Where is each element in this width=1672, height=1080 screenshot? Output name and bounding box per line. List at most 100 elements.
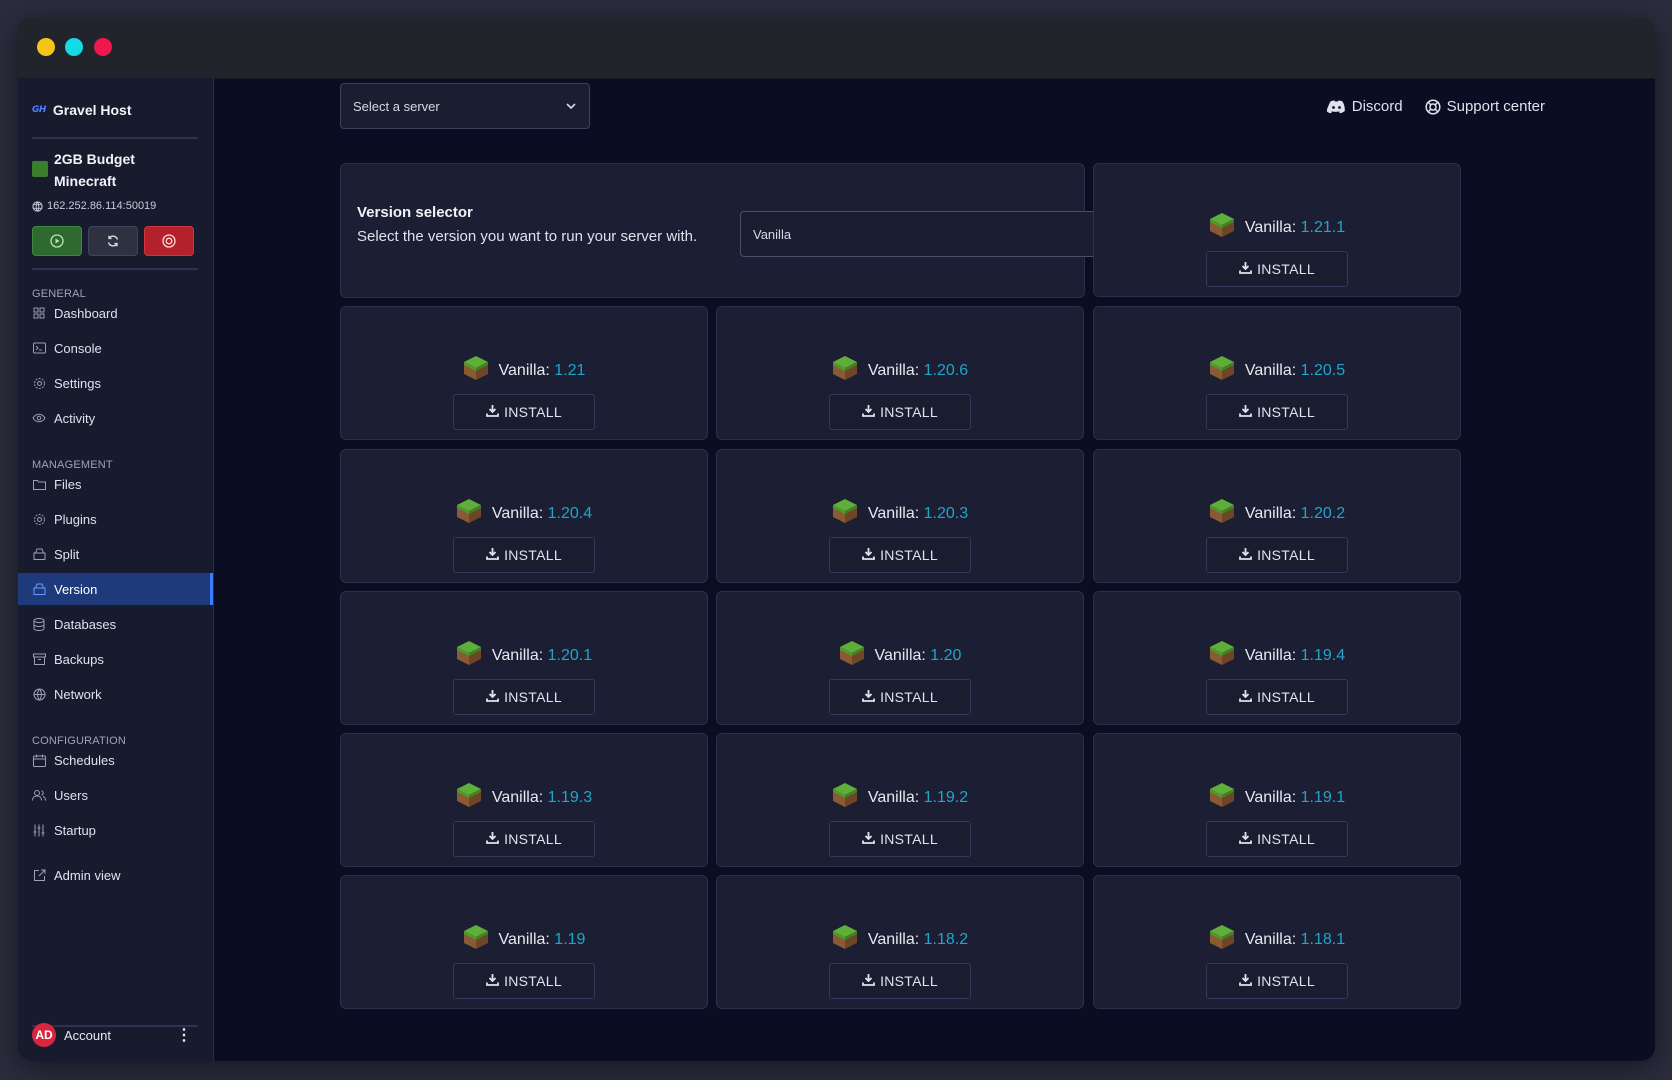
sidebar-item-dashboard[interactable]: Dashboard <box>18 297 213 329</box>
admin-view-link[interactable]: Admin view <box>18 859 213 891</box>
version-type-select[interactable]: Vanilla <box>740 211 1120 257</box>
install-label: INSTALL <box>1257 261 1315 277</box>
sidebar-item-label: Activity <box>54 410 96 426</box>
download-icon <box>1239 261 1252 277</box>
minimize-window-button[interactable] <box>37 38 55 56</box>
install-button[interactable]: INSTALL <box>453 821 595 857</box>
install-label: INSTALL <box>504 547 562 563</box>
install-button[interactable]: INSTALL <box>453 679 595 715</box>
version-selector-description: Select the version you want to run your … <box>357 228 698 245</box>
sidebar-item-users[interactable]: Users <box>18 779 213 811</box>
discord-link[interactable]: Discord <box>1326 98 1403 115</box>
version-prefix: Vanilla: <box>867 504 920 522</box>
external-link-icon <box>32 868 46 882</box>
restart-button[interactable] <box>88 226 138 256</box>
sidebar-item-split[interactable]: Split <box>18 538 213 570</box>
grass-block-icon <box>456 640 482 671</box>
install-label: INSTALL <box>880 973 938 989</box>
sidebar-item-schedules[interactable]: Schedules <box>18 744 213 776</box>
version-label: Vanilla: 1.19.3 <box>341 782 707 813</box>
install-label: INSTALL <box>880 689 938 705</box>
sidebar-item-label: Schedules <box>54 752 115 768</box>
sidebar-item-settings[interactable]: Settings <box>18 367 213 399</box>
install-label: INSTALL <box>1257 404 1315 420</box>
sidebar-item-label: Startup <box>54 822 96 838</box>
grass-block-icon <box>456 782 482 813</box>
version-number: 1.20.2 <box>1300 504 1346 522</box>
grass-block-icon <box>456 498 482 529</box>
install-button[interactable]: INSTALL <box>1206 963 1348 999</box>
version-number: 1.20.1 <box>547 646 593 664</box>
version-card: Vanilla: 1.18.2 INSTALL <box>716 875 1084 1009</box>
install-button[interactable]: INSTALL <box>829 963 971 999</box>
version-prefix: Vanilla: <box>1244 504 1297 522</box>
install-button[interactable]: INSTALL <box>829 394 971 430</box>
download-icon <box>486 831 499 847</box>
download-icon <box>1239 831 1252 847</box>
server-select[interactable]: Select a server <box>340 83 590 129</box>
stop-icon <box>162 234 176 248</box>
stop-button[interactable] <box>144 226 194 256</box>
download-icon <box>862 973 875 989</box>
sidebar-item-backups[interactable]: Backups <box>18 643 213 675</box>
install-button[interactable]: INSTALL <box>1206 537 1348 573</box>
download-icon <box>486 404 499 420</box>
sidebar-item-startup[interactable]: Startup <box>18 814 213 846</box>
box-icon <box>32 582 46 596</box>
start-button[interactable] <box>32 226 82 256</box>
version-card: Vanilla: 1.20 INSTALL <box>716 591 1084 725</box>
account-menu[interactable]: AD Account ⋮ <box>32 1023 198 1047</box>
sidebar-item-files[interactable]: Files <box>18 468 213 500</box>
version-prefix: Vanilla: <box>867 361 920 379</box>
install-label: INSTALL <box>504 404 562 420</box>
version-label: Vanilla: 1.20.1 <box>341 640 707 671</box>
install-button[interactable]: INSTALL <box>829 821 971 857</box>
support-center-link[interactable]: Support center <box>1425 98 1545 115</box>
install-button[interactable]: INSTALL <box>1206 251 1348 287</box>
sidebar-item-network[interactable]: Network <box>18 678 213 710</box>
server-status-icon <box>32 161 48 177</box>
install-button[interactable]: INSTALL <box>453 963 595 999</box>
globe-icon <box>32 200 43 212</box>
zoom-window-button[interactable] <box>65 38 83 56</box>
version-prefix: Vanilla: <box>1244 646 1297 664</box>
discord-icon <box>1326 100 1345 113</box>
version-card: Vanilla: 1.18.1 INSTALL <box>1093 875 1461 1009</box>
sidebar: GH Gravel Host 2GB Budget Minecraft 162.… <box>18 78 214 1061</box>
sidebar-item-console[interactable]: Console <box>18 332 213 364</box>
install-button[interactable]: INSTALL <box>1206 679 1348 715</box>
install-button[interactable]: INSTALL <box>829 679 971 715</box>
sidebar-item-label: Version <box>54 581 98 597</box>
install-button[interactable]: INSTALL <box>453 394 595 430</box>
download-icon <box>1239 689 1252 705</box>
play-icon <box>50 234 64 248</box>
sidebar-item-databases[interactable]: Databases <box>18 608 213 640</box>
brand[interactable]: GH Gravel Host <box>32 102 132 118</box>
title-bar <box>18 18 1655 79</box>
grass-block-icon <box>832 782 858 813</box>
install-button[interactable]: INSTALL <box>453 537 595 573</box>
install-button[interactable]: INSTALL <box>1206 821 1348 857</box>
server-name: 2GB Budget Minecraft <box>54 151 135 189</box>
more-options-icon[interactable]: ⋮ <box>176 1025 198 1045</box>
version-prefix: Vanilla: <box>1244 788 1297 806</box>
version-number: 1.20 <box>930 646 962 664</box>
download-icon <box>486 973 499 989</box>
grass-block-icon <box>1209 924 1235 955</box>
version-card: Vanilla: 1.19 INSTALL <box>340 875 708 1009</box>
chevron-down-icon <box>566 103 576 110</box>
sidebar-item-version[interactable]: Version <box>18 573 213 605</box>
grass-block-icon <box>832 924 858 955</box>
version-number: 1.21 <box>554 361 586 379</box>
version-label: Vanilla: 1.19.4 <box>1094 640 1460 671</box>
app-window: GH Gravel Host 2GB Budget Minecraft 162.… <box>18 18 1655 1061</box>
sidebar-item-label: Settings <box>54 375 101 391</box>
account-label: Account <box>64 1027 111 1043</box>
install-button[interactable]: INSTALL <box>829 537 971 573</box>
install-button[interactable]: INSTALL <box>1206 394 1348 430</box>
download-icon <box>862 689 875 705</box>
sidebar-item-plugins[interactable]: Plugins <box>18 503 213 535</box>
close-window-button[interactable] <box>94 38 112 56</box>
sidebar-item-activity[interactable]: Activity <box>18 402 213 434</box>
install-label: INSTALL <box>504 831 562 847</box>
